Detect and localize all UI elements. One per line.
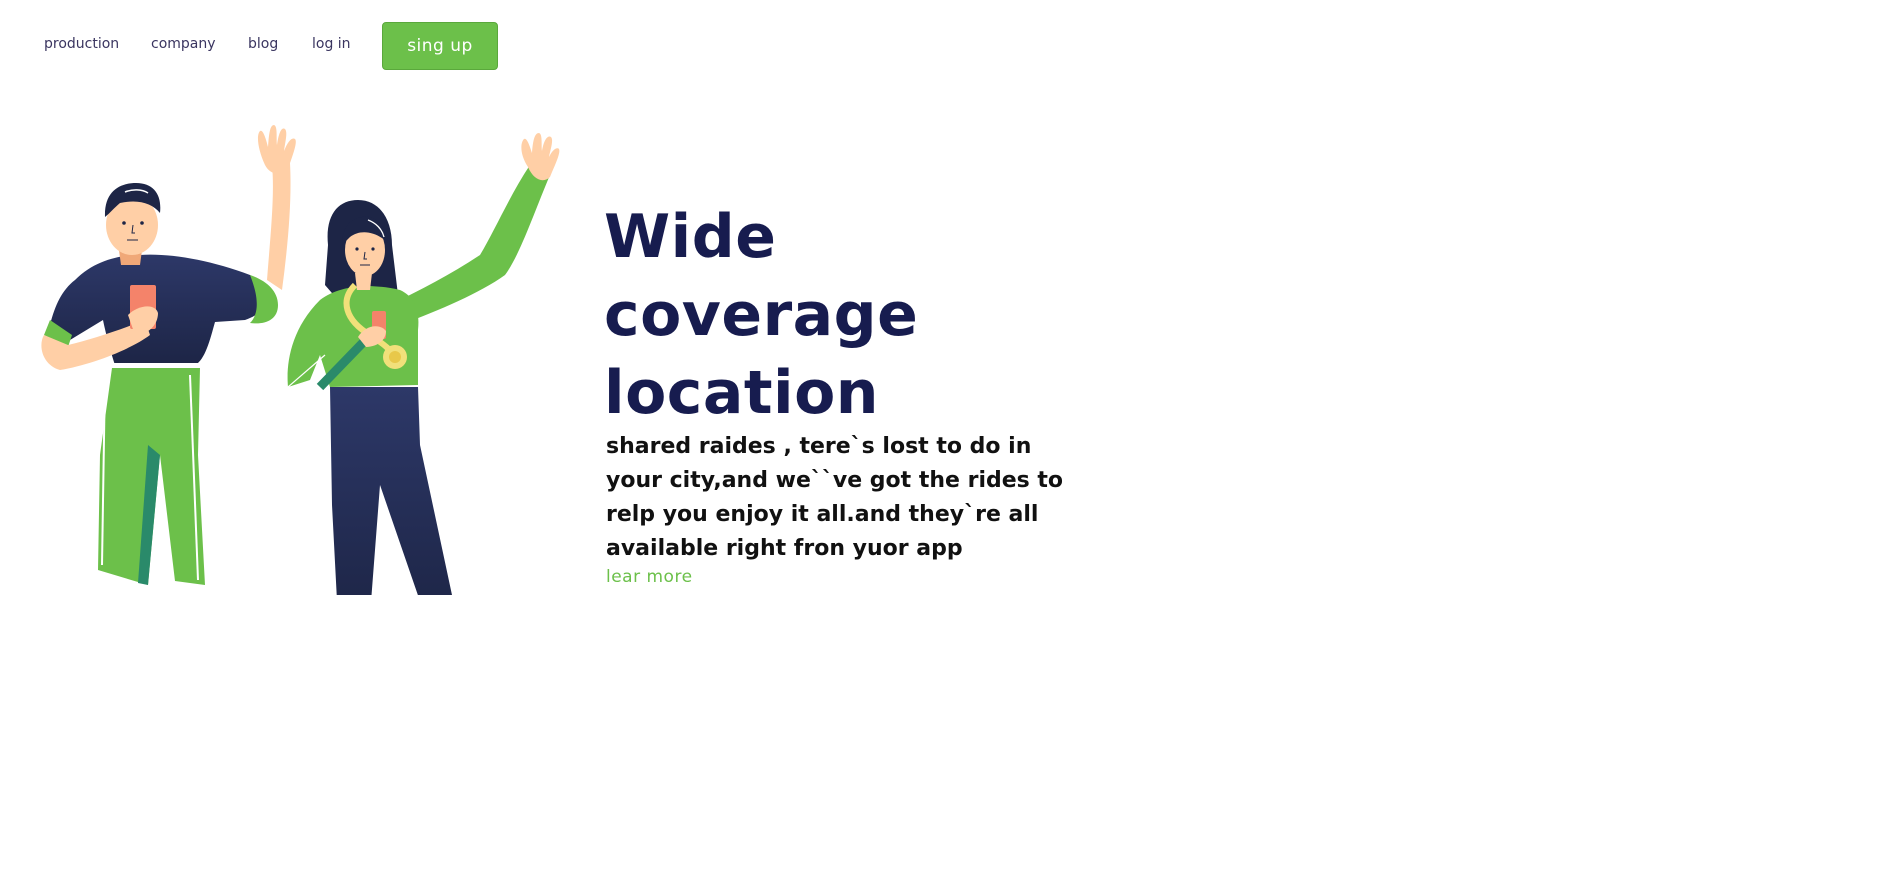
nav-link-blog[interactable]: blog — [248, 36, 278, 52]
man-figure — [41, 125, 296, 585]
nav-link-log-in[interactable]: log in — [312, 36, 351, 52]
hero-title-line-3: location — [604, 358, 880, 428]
two-people-waving-illustration — [20, 125, 560, 620]
woman-figure — [287, 133, 560, 620]
top-navigation: production company blog log in sing up — [0, 0, 600, 90]
hero-description: shared raides , tere`s lost to do in you… — [606, 434, 1064, 561]
learn-more-link[interactable]: lear more — [606, 567, 693, 587]
sign-up-button[interactable]: sing up — [382, 22, 498, 70]
hero-title: Wide coverage location — [604, 198, 1024, 432]
nav-link-company[interactable]: company — [151, 36, 216, 52]
hero-title-line-1: Wide — [604, 202, 777, 272]
hero-title-line-2: coverage — [604, 280, 919, 350]
nav-link-production[interactable]: production — [44, 36, 119, 52]
